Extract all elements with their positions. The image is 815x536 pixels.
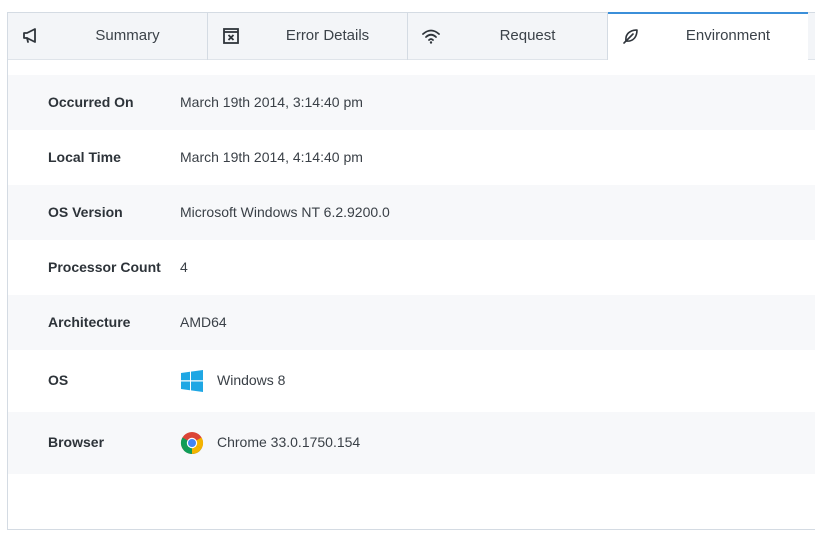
os-version-value: Microsoft Windows NT 6.2.9200.0 (180, 204, 390, 220)
tab-error-details-label: Error Details (285, 27, 370, 44)
row-local-time: Local Time March 19th 2014, 4:14:40 pm (8, 130, 815, 185)
processor-count-value: 4 (180, 259, 188, 275)
megaphone-icon (23, 28, 36, 43)
os-version-label: OS Version (48, 204, 123, 220)
browser-label: Browser (48, 434, 105, 450)
processor-count-label: Processor Count (48, 259, 161, 275)
error-window-icon (223, 28, 239, 44)
environment-table: Occurred On March 19th 2014, 3:14:40 pm … (8, 75, 815, 474)
row-processor-count: Processor Count 4 (8, 240, 815, 295)
os-label: OS (48, 372, 69, 388)
tab-request-label: Request (499, 27, 556, 44)
tab-environment-label: Environment (685, 27, 771, 44)
row-occurred-on: Occurred On March 19th 2014, 3:14:40 pm (8, 75, 815, 130)
occurred-on-value: March 19th 2014, 3:14:40 pm (180, 94, 363, 110)
chrome-logo-icon (180, 432, 204, 455)
row-browser: Browser Chrome 33.0.1750.154 (8, 412, 815, 474)
wifi-icon (422, 29, 440, 44)
os-value: Windows 8 (217, 372, 286, 388)
row-architecture: Architecture AMD64 (8, 295, 815, 350)
tab-error-details[interactable]: Error Details (208, 13, 408, 60)
architecture-label: Architecture (48, 314, 131, 330)
tab-summary-label: Summary (95, 27, 160, 44)
windows-logo-icon (181, 370, 203, 392)
local-time-label: Local Time (48, 149, 121, 165)
leaf-icon (623, 29, 638, 44)
occurred-on-label: Occurred On (48, 94, 134, 110)
local-time-value: March 19th 2014, 4:14:40 pm (180, 149, 363, 165)
tab-bar: Summary Error Details Request Environmen… (8, 12, 815, 60)
row-os-version: OS Version Microsoft Windows NT 6.2.9200… (8, 185, 815, 240)
browser-value: Chrome 33.0.1750.154 (217, 434, 361, 450)
row-os: OS Windows 8 (8, 350, 815, 412)
tab-environment[interactable]: Environment (608, 12, 808, 60)
tab-request[interactable]: Request (408, 13, 608, 60)
error-report-panel: Summary Error Details Request Environmen… (7, 12, 815, 530)
architecture-value: AMD64 (180, 314, 227, 330)
tab-summary[interactable]: Summary (8, 13, 208, 60)
